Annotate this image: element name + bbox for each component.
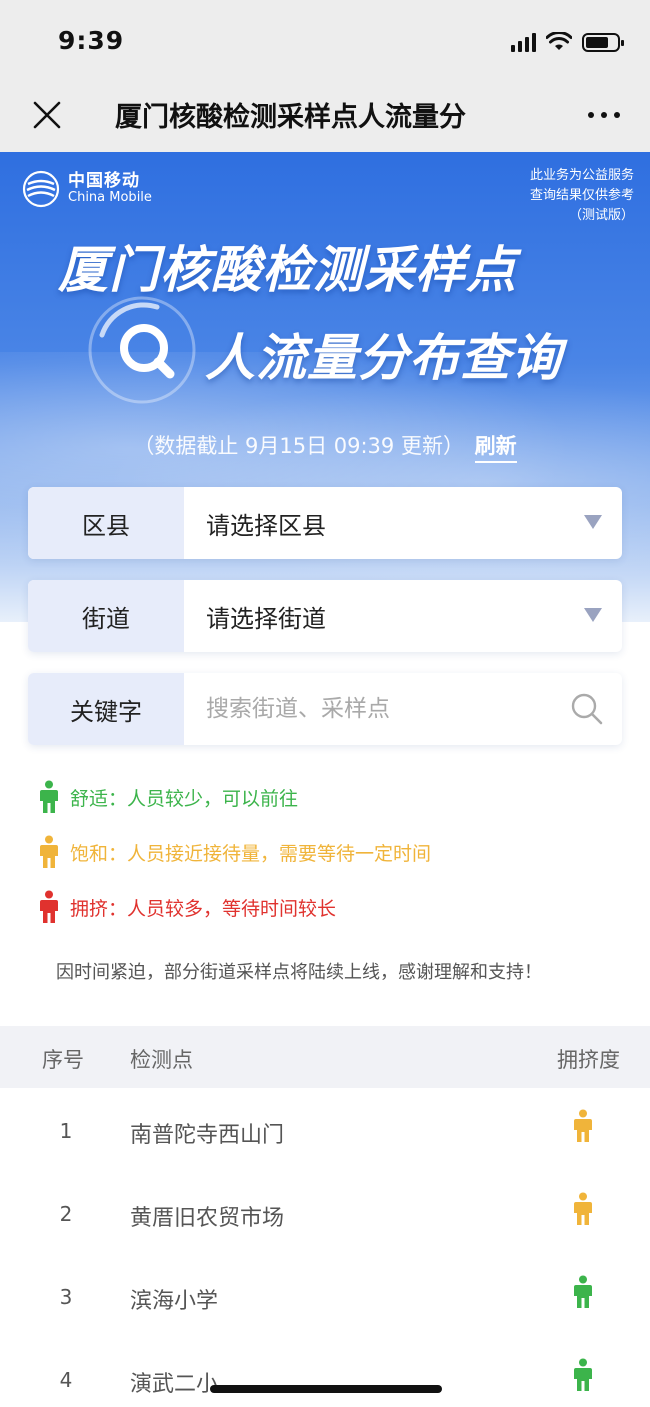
status-bar: 9:39 [0, 0, 650, 84]
person-red-icon [40, 890, 58, 923]
home-indicator [210, 1385, 442, 1393]
status-time: 9:39 [58, 26, 125, 55]
legend-comfortable: 舒适：人员较少，可以前往 [38, 780, 298, 814]
keyword-search: 关键字 [28, 673, 622, 745]
notice-text: 因时间紧迫，部分街道采样点将陆续上线，感谢理解和支持！ [56, 962, 542, 983]
logo-en-text: China Mobile [68, 190, 152, 206]
crowd-level-icon [574, 1192, 592, 1225]
header-index: 序号 [42, 1048, 84, 1072]
legend-crowded: 拥挤：人员较多，等待时间较长 [38, 890, 336, 924]
district-dropdown[interactable]: 请选择区县 [184, 487, 622, 559]
legend-crowded-text: 拥挤：人员较多，等待时间较长 [70, 897, 337, 920]
street-select[interactable]: 街道 请选择街道 [28, 580, 622, 652]
district-value: 请选择区县 [206, 511, 326, 540]
table-row[interactable]: 4 演武二小 [0, 1338, 650, 1407]
dropdown-arrow-icon [584, 608, 602, 622]
logo-cn-text: 中国移动 [68, 170, 140, 191]
street-label: 街道 [28, 580, 184, 652]
signal-icon [511, 32, 536, 52]
keyword-input[interactable] [184, 673, 552, 745]
person-green-icon [40, 780, 58, 813]
legend-saturated: 饱和：人员接近接待量，需要等待一定时间 [38, 835, 431, 869]
row-site-name: 演武二小 [130, 1372, 219, 1397]
keyword-label: 关键字 [28, 673, 184, 745]
table-row[interactable]: 3 滨海小学 [0, 1255, 650, 1338]
district-label: 区县 [28, 487, 184, 559]
crowd-level-icon [574, 1275, 592, 1308]
row-index: 4 [59, 1368, 73, 1392]
notice-line: （测试版） [568, 208, 634, 223]
close-icon[interactable] [30, 98, 64, 132]
wifi-icon [546, 32, 572, 50]
update-info: （数据截止 9月15日 09:39 更新） 刷新 [0, 430, 650, 463]
more-icon[interactable] [588, 112, 620, 118]
street-value: 请选择街道 [206, 604, 326, 633]
table-header: 序号 检测点 拥挤度 [0, 1026, 650, 1088]
person-yellow-icon [40, 835, 58, 868]
row-site-name: 黄厝旧农贸市场 [130, 1206, 285, 1231]
service-notice: 此业务为公益服务 查询结果仅供参考 （测试版） [530, 166, 634, 226]
dropdown-arrow-icon [584, 515, 602, 529]
table-row[interactable]: 2 黄厝旧农贸市场 [0, 1172, 650, 1255]
notice-line: 此业务为公益服务 [529, 168, 634, 183]
battery-icon [582, 32, 624, 52]
status-icons [511, 30, 624, 54]
search-icon [571, 693, 603, 725]
hero-title-line2: 人流量分布查询 [205, 329, 562, 387]
legend-comfortable-text: 舒适：人员较少，可以前往 [70, 787, 299, 810]
row-index: 2 [59, 1202, 73, 1226]
row-site-name: 滨海小学 [130, 1289, 219, 1314]
update-time-text: （数据截止 9月15日 09:39 更新） [133, 434, 464, 458]
crowd-level-icon [574, 1358, 592, 1391]
row-index: 1 [59, 1119, 73, 1143]
crowd-level-icon [574, 1109, 592, 1142]
street-dropdown[interactable]: 请选择街道 [184, 580, 622, 652]
china-mobile-logo: 中国移动 China Mobile [22, 170, 152, 208]
header-site: 检测点 [130, 1048, 193, 1072]
district-select[interactable]: 区县 请选择区县 [28, 487, 622, 559]
header-crowd: 拥挤度 [557, 1048, 620, 1072]
search-button[interactable] [552, 673, 622, 745]
notice-line: 查询结果仅供参考 [529, 188, 634, 203]
page-title: 厦门核酸检测采样点人流量分 [115, 102, 466, 133]
magnifier-icon [88, 296, 196, 404]
row-index: 3 [59, 1285, 73, 1309]
table-row[interactable]: 1 南普陀寺西山门 [0, 1089, 650, 1172]
nav-bar: 厦门核酸检测采样点人流量分 [0, 84, 650, 152]
china-mobile-logo-icon [22, 170, 60, 208]
row-site-name: 南普陀寺西山门 [130, 1123, 285, 1148]
legend-saturated-text: 饱和：人员接近接待量，需要等待一定时间 [70, 842, 432, 865]
refresh-link[interactable]: 刷新 [474, 434, 517, 463]
